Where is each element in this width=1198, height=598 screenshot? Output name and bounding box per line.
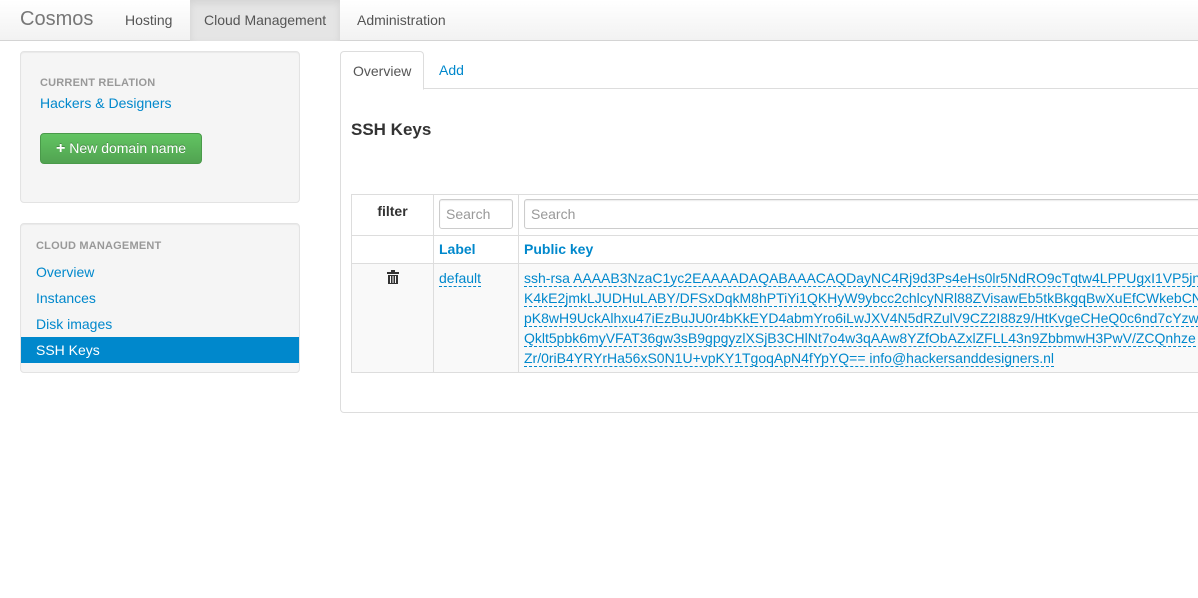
- column-header-label[interactable]: Label: [433, 235, 519, 264]
- public-key-line[interactable]: K4kE2jmkLJUDHuLABY/DFSxDqkM8hPTiYi1QKHyW…: [524, 290, 1198, 307]
- label-cell: default: [433, 263, 519, 373]
- label-filter-cell: Search: [433, 194, 519, 236]
- plus-icon: +: [55, 140, 66, 157]
- cloud-management-header: CLOUD MANAGEMENT: [36, 240, 162, 252]
- brand-logo[interactable]: Cosmos: [20, 8, 93, 31]
- header-empty-cell: [351, 235, 434, 264]
- relation-panel: CURRENT RELATION Hackers & Designers + Ne…: [20, 51, 300, 203]
- public-key-search-input[interactable]: Search: [524, 199, 1198, 229]
- public-key-line[interactable]: pK8wH9UckAlhxu47iEzBuJU0r4bKkEYD4abmYro6…: [524, 310, 1198, 327]
- tab-overview[interactable]: Overview: [340, 51, 425, 90]
- sidebar-item-overview[interactable]: Overview: [21, 259, 299, 285]
- relation-name-link[interactable]: Hackers & Designers: [40, 95, 172, 111]
- public-key-line[interactable]: Qklt5pbk6myVFAT36gw3sB9gpgyzlXSjB3CHlNt7…: [524, 330, 1196, 347]
- nav-cloud-management[interactable]: Cloud Management: [190, 0, 341, 41]
- tab-add[interactable]: Add: [427, 51, 476, 89]
- relation-header: CURRENT RELATION: [40, 77, 156, 89]
- page-title: SSH Keys: [351, 120, 432, 139]
- label-search-input[interactable]: Search: [439, 199, 513, 229]
- table-row: default ssh-rsa AAAAB3NzaC1yc2EAAAADAQAB…: [351, 263, 1198, 373]
- trash-icon[interactable]: [386, 270, 399, 284]
- key-filter-cell: Search: [518, 194, 1198, 236]
- key-label-link[interactable]: default: [439, 270, 482, 287]
- filter-label: filter: [351, 194, 434, 236]
- nav-hosting[interactable]: Hosting: [111, 0, 186, 41]
- public-key-line[interactable]: ssh-rsa AAAAB3NzaC1yc2EAAAADAQABAAACAQDa…: [524, 270, 1198, 287]
- nav-administration[interactable]: Administration: [343, 0, 460, 41]
- top-navbar: Cosmos Hosting Cloud Management Administ…: [0, 0, 1198, 41]
- header-row: Label Public key: [351, 235, 1198, 264]
- action-cell: [351, 263, 434, 373]
- ssh-keys-table: filter Search Search Label Public key de…: [351, 194, 1198, 373]
- new-domain-button[interactable]: + New domain name: [40, 133, 202, 164]
- new-domain-label: New domain name: [69, 140, 187, 156]
- cloud-management-panel: CLOUD MANAGEMENT Overview Instances Disk…: [20, 223, 300, 373]
- sidebar-item-ssh-keys[interactable]: SSH Keys: [21, 337, 299, 363]
- column-header-public-key[interactable]: Public key: [518, 235, 1198, 264]
- public-key-line[interactable]: Zr/0riB4YRYrHa56xS0N1U+vpKY1TgoqApN4fYpY…: [524, 350, 1055, 367]
- sidebar-item-disk-images[interactable]: Disk images: [21, 311, 299, 337]
- sidebar-item-instances[interactable]: Instances: [21, 285, 299, 311]
- tab-bar: Overview Add: [340, 51, 1198, 90]
- public-key-cell: ssh-rsa AAAAB3NzaC1yc2EAAAADAQABAAACAQDa…: [518, 263, 1198, 373]
- filter-row: filter Search Search: [351, 194, 1198, 236]
